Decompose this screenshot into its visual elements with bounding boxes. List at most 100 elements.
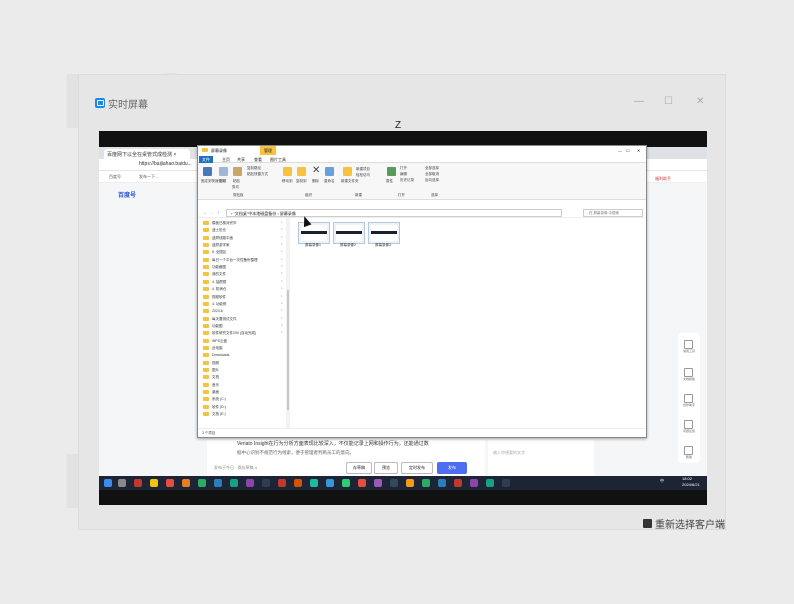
nav-item[interactable]: 音乐 xyxy=(203,382,219,388)
nav-item[interactable]: WPS云盘 xyxy=(203,338,227,344)
app-icon[interactable] xyxy=(358,479,366,487)
select-all-button[interactable]: 全部选择 xyxy=(425,166,439,171)
edit-button[interactable]: 编辑 xyxy=(400,172,407,177)
history-button[interactable]: 历史记录 xyxy=(400,178,414,183)
app-icon[interactable] xyxy=(262,479,270,487)
app-icon[interactable] xyxy=(486,479,494,487)
delete-icon[interactable]: ✕ xyxy=(312,165,320,176)
properties-icon[interactable] xyxy=(387,167,396,176)
app-icon[interactable] xyxy=(294,479,302,487)
nav-item[interactable]: 视频软件 xyxy=(203,294,226,300)
easy-access-button[interactable]: 轻松访问 xyxy=(356,173,370,178)
paste-icon[interactable] xyxy=(233,167,242,176)
bookmark-item[interactable]: 百度号 xyxy=(109,174,121,180)
windows-start-icon[interactable] xyxy=(104,479,112,487)
nav-item[interactable]: 4. 防病仓 xyxy=(203,286,226,292)
app-icon[interactable] xyxy=(454,479,462,487)
max-icon[interactable]: ☐ xyxy=(626,148,630,153)
nav-item[interactable]: 模板已核对完毕 xyxy=(203,220,237,226)
nav-item[interactable]: 此电脑 xyxy=(203,345,223,351)
new-item-button[interactable]: 新建项目 xyxy=(356,167,370,172)
nav-item[interactable]: 迪士尼仓 xyxy=(203,227,226,233)
maximize-icon[interactable]: ☐ xyxy=(664,96,673,107)
page-logo[interactable]: 百度号 xyxy=(118,190,136,199)
nav-item[interactable]: 迪拜线路平面 xyxy=(203,235,233,241)
nav-item[interactable]: 5. 全国区 xyxy=(203,249,226,255)
tab-file[interactable]: 文件 xyxy=(199,156,213,163)
app-icon[interactable] xyxy=(134,479,142,487)
app-icon[interactable] xyxy=(326,479,334,487)
nav-item[interactable]: 每日一个平台一次性备份整理 xyxy=(203,257,258,263)
search-input[interactable]: 在 屏幕录像 中搜索 xyxy=(583,209,643,217)
nav-item[interactable]: 功能图 xyxy=(203,323,223,329)
file-name[interactable]: 屏幕录像2 xyxy=(332,243,364,248)
nav-item[interactable]: 4. 抽屉框 xyxy=(203,279,226,285)
nav-item[interactable]: 软件 (D:) xyxy=(203,404,226,410)
nav-item[interactable]: 文档 (E:) xyxy=(203,411,226,417)
app-icon[interactable] xyxy=(470,479,478,487)
feedback-icon[interactable] xyxy=(684,420,693,429)
paste-shortcut[interactable]: 粘贴快捷方式 xyxy=(247,172,268,177)
select-none-button[interactable]: 全部取消 xyxy=(425,172,439,177)
back-icon[interactable]: ← xyxy=(203,210,207,215)
minimize-icon[interactable]: — xyxy=(634,96,644,107)
copy-icon[interactable] xyxy=(219,167,228,176)
nav-item[interactable]: 软件研究文件030 (自动完成) xyxy=(203,330,256,336)
nav-item[interactable]: 桌面 xyxy=(203,389,219,395)
reselect-client-button[interactable]: 重新选择客户端 xyxy=(643,516,725,531)
right-link[interactable]: 福利助手 xyxy=(655,176,671,182)
save-draft-button[interactable]: 存草稿 xyxy=(346,462,372,474)
app-icon[interactable] xyxy=(374,479,382,487)
nav-item[interactable]: 2023.6 xyxy=(203,308,223,314)
taskbar-time[interactable]: 18:02 xyxy=(682,476,692,481)
search-icon[interactable] xyxy=(118,479,126,487)
nav-item[interactable]: 图片 xyxy=(203,367,219,373)
app-icon[interactable] xyxy=(214,479,222,487)
app-icon[interactable] xyxy=(502,479,510,487)
app-icon[interactable] xyxy=(278,479,286,487)
nav-item[interactable]: 迪拜游学家 xyxy=(203,242,230,248)
folder-icon[interactable] xyxy=(150,479,158,487)
nav-item[interactable]: Downloads xyxy=(203,352,229,358)
nav-scroll-thumb[interactable] xyxy=(287,290,289,410)
publish-button[interactable]: 发布 xyxy=(437,462,467,474)
taskbar-lang[interactable]: 中 xyxy=(660,478,664,484)
min-icon[interactable]: — xyxy=(618,148,622,153)
app-icon[interactable] xyxy=(182,479,190,487)
app-icon[interactable] xyxy=(230,479,238,487)
app-icon[interactable] xyxy=(310,479,318,487)
assistant-input[interactable]: 输入你想要的文字 xyxy=(493,450,525,456)
file-thumbnail[interactable] xyxy=(333,222,365,244)
nav-item[interactable]: 我的文件 xyxy=(203,271,226,277)
taskbar-date[interactable]: 2024/6/21 xyxy=(682,482,700,487)
nav-item[interactable]: 每天要测试文件 xyxy=(203,316,237,322)
cut-button[interactable]: 剪切 xyxy=(232,185,239,190)
new-folder-icon[interactable] xyxy=(343,167,352,176)
close-icon[interactable]: ✕ xyxy=(696,96,704,107)
nav-item[interactable]: 功能截图 xyxy=(203,264,226,270)
forward-icon[interactable]: → xyxy=(210,210,214,215)
app-icon[interactable] xyxy=(422,479,430,487)
invert-select-button[interactable]: 反向选择 xyxy=(425,178,439,183)
close-icon[interactable]: ✕ xyxy=(637,148,640,153)
move-icon[interactable] xyxy=(283,167,292,176)
app-icon[interactable] xyxy=(390,479,398,487)
wps-icon[interactable] xyxy=(166,479,174,487)
rename-icon[interactable] xyxy=(325,167,334,176)
up-icon[interactable]: ↑ xyxy=(217,210,219,215)
file-name[interactable]: 屏幕录像3 xyxy=(367,243,399,248)
preview-button[interactable]: 预览 xyxy=(374,462,398,474)
copyto-icon[interactable] xyxy=(297,167,306,176)
pin-icon[interactable] xyxy=(203,167,212,176)
open-button[interactable]: 打开 xyxy=(400,166,407,171)
url-text[interactable]: https://baijiahao.baidu... xyxy=(139,161,192,167)
file-thumbnail[interactable] xyxy=(368,222,400,244)
assistant-icon[interactable] xyxy=(684,394,693,403)
template-icon[interactable] xyxy=(684,368,693,377)
app-icon[interactable] xyxy=(246,479,254,487)
manage-tab[interactable]: 管理 xyxy=(260,146,276,155)
nav-item[interactable]: 视频 xyxy=(203,360,219,366)
app-icon[interactable] xyxy=(406,479,414,487)
bookmark-item[interactable]: 发布一下… xyxy=(139,174,159,180)
nav-item[interactable]: 系统 (C:) xyxy=(203,396,226,402)
